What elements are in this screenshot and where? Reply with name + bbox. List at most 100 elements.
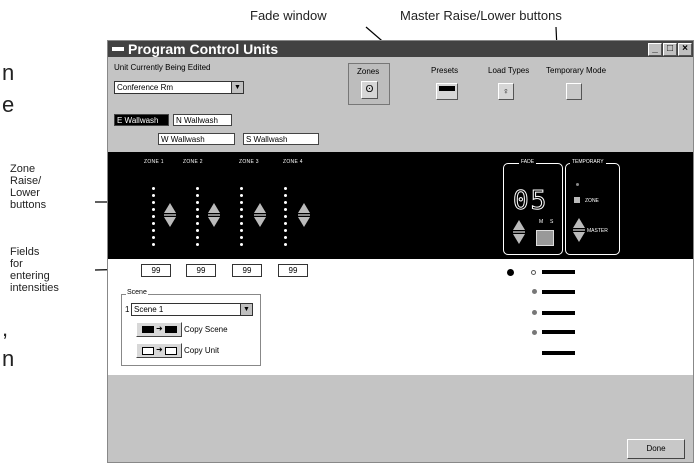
cut-text-4: n xyxy=(2,346,15,371)
master-raise-icon[interactable] xyxy=(573,218,585,228)
zone2-raise-icon[interactable] xyxy=(208,203,220,213)
zone3-lower-icon[interactable] xyxy=(254,217,266,227)
arrow-right-icon: ➜ xyxy=(156,345,163,354)
zone2-name-field[interactable]: N Wallwash xyxy=(173,114,232,126)
cut-text-2: e xyxy=(2,92,15,117)
scene-from-icon xyxy=(142,326,154,333)
temporary-indicator xyxy=(576,183,579,186)
presets-icon[interactable] xyxy=(436,83,458,100)
zone1-name-field[interactable]: E Wallwash xyxy=(114,114,169,126)
zones-label: Zones xyxy=(357,67,380,76)
fade-window: FADE 05 M S xyxy=(503,159,563,255)
chevron-down-icon[interactable]: ▼ xyxy=(231,82,243,93)
scene-select[interactable]: Scene 1 ▼ xyxy=(131,303,253,316)
master-buttons-callout: Master Raise/Lower buttons xyxy=(400,8,562,23)
zone3-raise-lower[interactable] xyxy=(254,203,266,227)
scene-button-off[interactable] xyxy=(542,351,575,355)
fade-window-callout: Fade window xyxy=(250,8,327,23)
zone3-level-dots xyxy=(240,187,243,250)
zone4-lower-icon[interactable] xyxy=(298,217,310,227)
zone1-raise-lower[interactable] xyxy=(164,203,176,227)
scene-to-icon xyxy=(165,326,177,333)
title-bar: Program Control Units _ □ × xyxy=(108,41,693,57)
fade-minutes-label: M xyxy=(539,219,544,225)
copy-scene-label: Copy Scene xyxy=(184,325,228,334)
fade-label: FADE xyxy=(519,159,537,165)
zone3-header: ZONE 3 xyxy=(239,159,259,165)
fade-seconds-label: S xyxy=(550,219,554,225)
zone-buttons-callout: Zone Raise/ Lower buttons xyxy=(10,163,47,211)
close-button[interactable]: × xyxy=(678,43,692,56)
scene-indicator-4 xyxy=(532,330,537,335)
scene-indicator-3 xyxy=(532,310,537,315)
fade-lower-icon[interactable] xyxy=(513,234,525,244)
zone1-header: ZONE 1 xyxy=(144,159,164,165)
copy-unit-label: Copy Unit xyxy=(184,346,220,355)
fade-time-display: 05 xyxy=(512,186,549,216)
scene-button-1[interactable] xyxy=(542,270,575,274)
zone3-intensity-field[interactable]: 99 xyxy=(232,264,262,277)
fields-callout: Fields for entering intensities xyxy=(10,246,59,294)
zone2-raise-lower[interactable] xyxy=(208,203,220,227)
zone2-header: ZONE 2 xyxy=(183,159,203,165)
scene-button-3[interactable] xyxy=(542,311,575,315)
zone1-raise-icon[interactable] xyxy=(164,203,176,213)
zone-mode-label: ZONE xyxy=(585,198,599,204)
maximize-button[interactable]: □ xyxy=(663,43,677,56)
presets-label: Presets xyxy=(431,66,459,75)
fade-unit-toggle[interactable] xyxy=(536,230,554,246)
minimize-button[interactable]: _ xyxy=(648,43,662,56)
temporary-label: TEMPORARY xyxy=(570,159,606,165)
zone1-lower-icon[interactable] xyxy=(164,217,176,227)
zone2-intensity-field[interactable]: 99 xyxy=(186,264,216,277)
scene-button-4[interactable] xyxy=(542,330,575,334)
scene-area: 99 99 99 99 Scene 1 Scene 1 ▼ ➜ Copy Sce… xyxy=(108,259,693,375)
zones-group: Zones ʘ xyxy=(348,63,390,105)
presets-icon-stripe xyxy=(439,86,455,91)
scene-number: 1 xyxy=(125,305,130,314)
scene-select-value: Scene 1 xyxy=(134,305,164,314)
cut-text-1: n xyxy=(2,60,15,85)
unit-label: Unit Currently Being Edited xyxy=(114,63,211,72)
chevron-down-icon[interactable]: ▼ xyxy=(240,304,252,315)
zone4-raise-lower[interactable] xyxy=(298,203,310,227)
fade-raise-lower[interactable] xyxy=(513,220,525,244)
zone2-lower-icon[interactable] xyxy=(208,217,220,227)
unit-to-icon xyxy=(165,347,177,355)
lightbulb-icon[interactable]: ♀ xyxy=(498,83,514,100)
scene-group-label: Scene xyxy=(126,289,148,296)
control-menu-icon[interactable] xyxy=(112,47,124,52)
load-types-label: Load Types xyxy=(488,66,530,75)
zone4-level-dots xyxy=(284,187,287,250)
zone4-raise-icon[interactable] xyxy=(298,203,310,213)
scene-group: Scene 1 Scene 1 ▼ ➜ Copy Scene ➜ Copy Un… xyxy=(121,289,261,366)
fade-raise-icon[interactable] xyxy=(513,220,525,230)
program-control-units-window: Program Control Units _ □ × Unit Current… xyxy=(107,40,694,463)
temporary-mode-icon[interactable] xyxy=(566,83,582,100)
temporary-mode-label: Temporary Mode xyxy=(546,66,607,75)
copy-unit-button[interactable]: ➜ xyxy=(136,343,182,358)
unit-from-icon xyxy=(142,347,154,355)
master-lower-icon[interactable] xyxy=(573,232,585,242)
zone4-name-field[interactable]: S Wallwash xyxy=(243,133,319,145)
unit-select[interactable]: Conference Rm ▼ xyxy=(114,81,244,94)
cut-text-3: , xyxy=(2,316,9,341)
control-panel: ZONE 1 ZONE 2 ZONE 3 ZONE 4 FADE 05 M S xyxy=(108,152,693,259)
zone4-header: ZONE 4 xyxy=(283,159,303,165)
zone3-raise-icon[interactable] xyxy=(254,203,266,213)
master-label: MASTER xyxy=(587,228,608,234)
zones-icon[interactable]: ʘ xyxy=(361,81,378,99)
scene-indicator-1 xyxy=(531,270,536,275)
zone-mode-button[interactable] xyxy=(574,197,580,203)
zone2-level-dots xyxy=(196,187,199,250)
scene-button-2[interactable] xyxy=(542,290,575,294)
zone1-intensity-field[interactable]: 99 xyxy=(141,264,171,277)
zone4-intensity-field[interactable]: 99 xyxy=(278,264,308,277)
done-button[interactable]: Done xyxy=(627,439,685,459)
unit-select-value: Conference Rm xyxy=(117,83,174,92)
active-scene-indicator xyxy=(507,269,514,276)
zone3-name-field[interactable]: W Wallwash xyxy=(158,133,235,145)
copy-scene-button[interactable]: ➜ xyxy=(136,322,182,337)
master-raise-lower[interactable] xyxy=(573,218,585,242)
zone1-level-dots xyxy=(152,187,155,250)
